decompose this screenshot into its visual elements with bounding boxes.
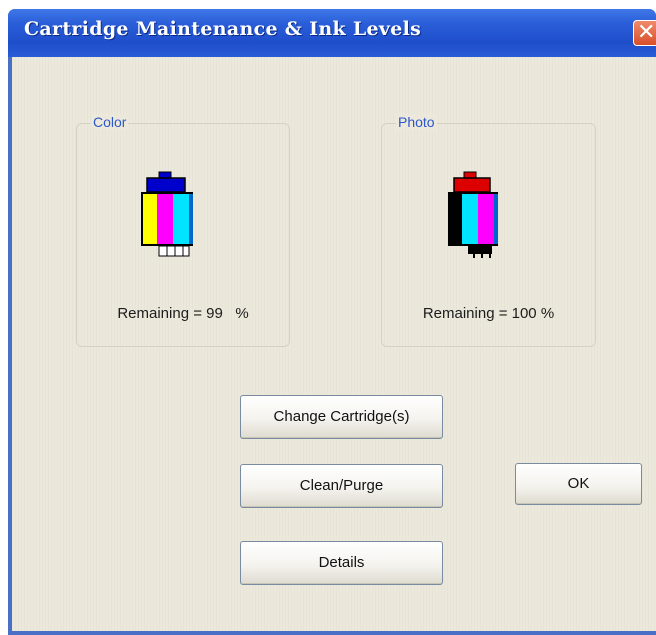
title-bar[interactable]: Cartridge Maintenance & Ink Levels ✕	[8, 9, 656, 57]
clean-purge-button[interactable]: Clean/Purge	[240, 464, 443, 508]
photo-cartridge-group: Photo Remaining = 100 %	[381, 114, 596, 347]
color-cartridge-icon	[141, 171, 193, 257]
photo-remaining-text: Remaining = 100 %	[422, 305, 555, 322]
color-group-label: Color	[91, 114, 129, 130]
window-title: Cartridge Maintenance & Ink Levels	[24, 18, 422, 40]
color-cartridge-group: Color Remaining = 99 %	[76, 114, 290, 347]
photo-group-label: Photo	[396, 114, 437, 130]
photo-cartridge-icon	[448, 171, 498, 258]
dialog-body: Color Remaining = 99 % Photo Remaining =…	[12, 57, 656, 631]
close-icon: ✕	[637, 20, 656, 45]
details-button[interactable]: Details	[240, 541, 443, 585]
color-remaining-text: Remaining = 99 %	[117, 305, 249, 322]
dialog-window: Cartridge Maintenance & Ink Levels ✕ Col…	[8, 9, 656, 635]
close-button[interactable]: ✕	[633, 20, 656, 46]
ok-button[interactable]: OK	[515, 463, 642, 505]
change-cartridges-button[interactable]: Change Cartridge(s)	[240, 395, 443, 439]
